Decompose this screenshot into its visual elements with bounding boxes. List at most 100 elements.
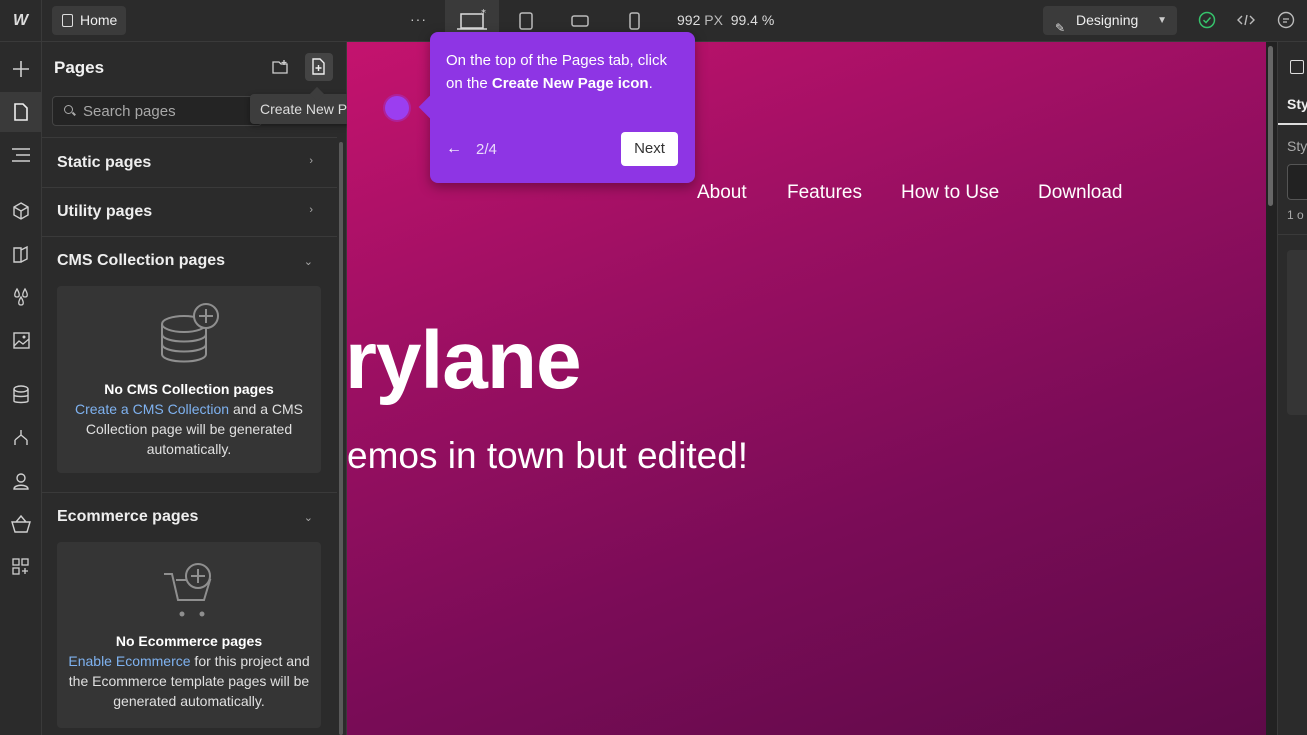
hero-subheading[interactable]: emos in town but edited! <box>347 435 748 477</box>
folder-plus-icon <box>272 60 288 74</box>
page-plus-icon <box>312 58 325 75</box>
basket-icon <box>11 514 31 533</box>
next-button[interactable]: Next <box>621 132 678 166</box>
hero-heading[interactable]: rylane <box>347 314 582 408</box>
components-button[interactable] <box>0 191 42 231</box>
nav-link-download[interactable]: Download <box>1038 182 1123 204</box>
drops-icon <box>14 287 28 306</box>
left-toolbar <box>0 42 42 735</box>
cart-plus-icon <box>164 563 212 617</box>
svg-text:*: * <box>481 8 486 19</box>
page-icon <box>62 14 73 27</box>
nav-link-how-to-use[interactable]: How to Use <box>901 182 999 204</box>
ecommerce-empty-text: Enable Ecommerce for this project and th… <box>57 651 321 711</box>
ecommerce-empty-heading: No Ecommerce pages <box>115 633 263 649</box>
mode-dropdown[interactable]: ✎ Designing ▼ <box>1043 6 1177 35</box>
page-selector-button[interactable]: Home <box>52 6 127 35</box>
cms-empty-state: No CMS Collection pages Create a CMS Col… <box>57 286 321 473</box>
mobile-portrait-icon <box>629 12 640 30</box>
selector-field[interactable] <box>1287 164 1307 200</box>
section-title: Static pages <box>57 154 152 171</box>
chevron-down-icon[interactable]: ⌄ <box>304 255 313 268</box>
brush-icon: ✎ <box>1055 21 1066 35</box>
user-icon <box>13 473 29 490</box>
ecommerce-empty-state: No Ecommerce pages Enable Ecommerce for … <box>57 542 321 728</box>
walkthrough-instruction: On the top of the Pages tab, click on th… <box>446 50 686 95</box>
database-plus-icon <box>161 303 219 363</box>
instruction-end: . <box>648 74 653 92</box>
plus-icon <box>13 61 29 77</box>
more-options-icon[interactable]: ··· <box>410 11 427 27</box>
selector-label: Sty <box>1287 138 1307 154</box>
ecommerce-pages-section: Ecommerce pages ⌄ No Ecommerce pages Ena… <box>42 492 337 735</box>
cube-icon <box>13 202 29 220</box>
create-new-page-button[interactable] <box>305 53 333 81</box>
static-pages-section[interactable]: Static pages › <box>42 137 337 187</box>
pages-panel: Pages Create New Page Static pages › Uti… <box>42 42 381 735</box>
style-tab-underline <box>1278 123 1307 125</box>
assets-button[interactable] <box>0 320 42 360</box>
chevron-right-icon: › <box>309 155 313 167</box>
utility-pages-section[interactable]: Utility pages › <box>42 187 337 236</box>
users-button[interactable] <box>0 461 42 501</box>
publish-status-icon[interactable] <box>1197 10 1217 30</box>
style-section <box>1287 250 1307 415</box>
enable-ecommerce-link[interactable]: Enable Ecommerce <box>68 653 190 669</box>
canvas-width-value: 992 <box>677 12 701 28</box>
search-icon <box>64 105 73 114</box>
add-elements-button[interactable] <box>0 49 42 89</box>
back-arrow-icon[interactable]: ← <box>446 140 462 158</box>
apps-button[interactable] <box>0 547 42 587</box>
image-icon <box>13 332 30 349</box>
comments-icon[interactable] <box>1276 10 1296 30</box>
nav-link-about[interactable]: About <box>697 182 747 204</box>
webflow-logo[interactable]: W <box>0 0 42 42</box>
tablet-icon <box>519 12 533 30</box>
chevron-down-icon: ▼ <box>1157 15 1167 26</box>
logic-button[interactable] <box>0 418 42 458</box>
chevron-down-icon[interactable]: ⌄ <box>304 511 313 524</box>
navigator-icon <box>12 148 30 162</box>
database-icon <box>13 385 29 404</box>
variables-button[interactable] <box>0 277 42 317</box>
webflow-designer: W Home ··· * 992 PX 99.4 % ✎ Designing ▼… <box>0 0 1307 735</box>
pages-button[interactable] <box>0 92 42 132</box>
nav-link-features[interactable]: Features <box>787 182 862 204</box>
walkthrough-popover: On the top of the Pages tab, click on th… <box>418 32 695 183</box>
canvas-scrollbar[interactable] <box>1268 46 1273 206</box>
panel-scrollbar[interactable] <box>339 142 343 735</box>
section-title: Utility pages <box>57 203 153 220</box>
walkthrough-beacon <box>385 96 409 120</box>
mobile-landscape-icon <box>571 15 589 27</box>
create-cms-collection-link[interactable]: Create a CMS Collection <box>75 401 229 417</box>
apps-icon <box>12 558 29 575</box>
page-icon <box>14 103 28 121</box>
code-icon[interactable] <box>1236 10 1256 30</box>
style-tab[interactable]: Sty <box>1287 96 1307 112</box>
style-panel: Sty Sty 1 o <box>1277 42 1307 735</box>
cms-empty-text: Create a CMS Collection and a CMS Collec… <box>57 399 321 459</box>
search-pages-field[interactable] <box>52 96 262 126</box>
panel-title: Pages <box>54 58 105 77</box>
ecommerce-button[interactable] <box>0 504 42 544</box>
flow-icon <box>14 430 28 445</box>
style-selectors-button[interactable] <box>0 234 42 274</box>
style-guide-icon <box>13 245 28 263</box>
section-title[interactable]: CMS Collection pages <box>57 252 225 270</box>
zoom-value: 99.4 % <box>730 12 775 28</box>
canvas-width-readout: 992 PX 99.4 % <box>677 12 774 28</box>
page-selector-label: Home <box>80 12 118 28</box>
divider <box>1278 234 1307 235</box>
selector-count: 1 o <box>1287 208 1304 222</box>
search-input[interactable] <box>83 97 253 125</box>
create-folder-button[interactable] <box>267 53 295 81</box>
cms-button[interactable] <box>0 375 42 415</box>
chevron-right-icon: › <box>309 204 313 216</box>
element-icon[interactable] <box>1290 60 1304 74</box>
step-counter: 2/4 <box>476 141 497 158</box>
section-title[interactable]: Ecommerce pages <box>57 508 198 526</box>
mode-label: Designing <box>1076 12 1139 28</box>
cms-empty-heading: No CMS Collection pages <box>104 381 274 397</box>
navigator-button[interactable] <box>0 135 42 175</box>
instruction-highlight: Create New Page icon <box>491 74 649 92</box>
